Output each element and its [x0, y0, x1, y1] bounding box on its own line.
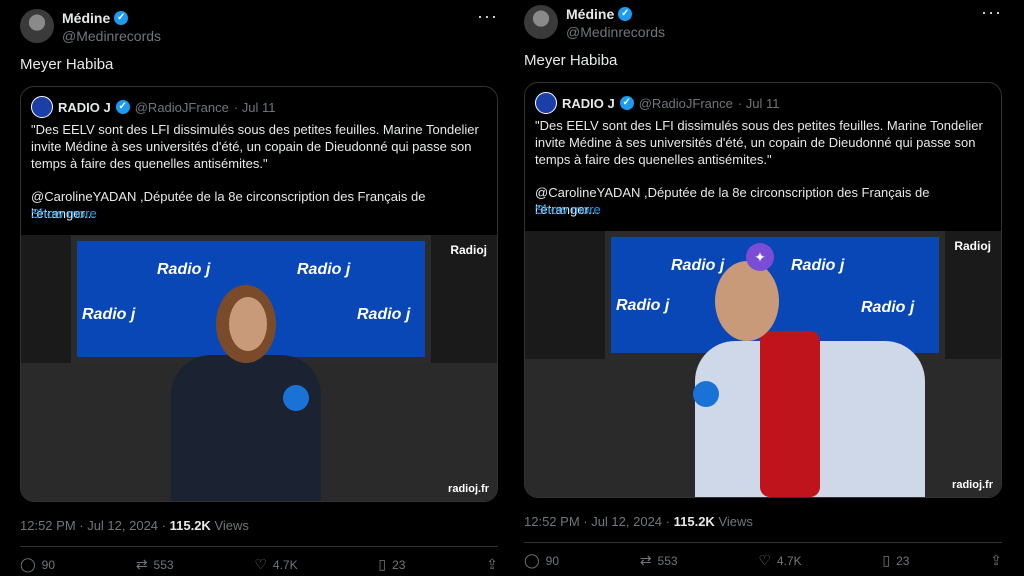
author-block: Médine ✓ @Medinrecords: [62, 9, 161, 45]
quote-author-name: RADIO J: [562, 95, 615, 111]
bookmark-icon: ▯: [378, 556, 387, 572]
repost-button[interactable]: ⇄ 553: [640, 552, 678, 569]
quote-media-video[interactable]: Radio j Radio j Radio j Radio j ✦ Radioj…: [525, 231, 1001, 497]
tweet-text: Meyer Habiba: [524, 52, 618, 69]
author-block: Médine ✓ @Medinrecords: [566, 5, 665, 41]
quote-media-video[interactable]: Radio j Radio j Radio j Radio j Radioj r…: [21, 235, 497, 501]
author-name-row[interactable]: Médine ✓: [62, 9, 161, 27]
guest-scarf: [760, 331, 820, 497]
reply-count: 90: [41, 557, 56, 572]
radio-logo: Radioj: [450, 243, 487, 257]
quote-handle: @RadioJFrance: [638, 95, 733, 111]
guest-head: [715, 261, 779, 341]
share-button[interactable]: ⇪: [990, 552, 1002, 569]
like-button[interactable]: ♡ 4.7K: [254, 556, 297, 573]
repost-icon: ⇄: [639, 552, 652, 568]
views-label: Views: [718, 514, 753, 529]
reply-icon: ◯: [524, 552, 540, 568]
action-bar: ◯ 90 ⇄ 553 ♡ 4.7K ▯ 23 ⇪: [524, 552, 1002, 569]
quote-body: "Des EELV sont des LFI dissimulés sous d…: [535, 117, 993, 234]
author-name-row[interactable]: Médine ✓: [566, 5, 665, 23]
divider: [20, 546, 498, 547]
verified-badge-icon: ✓: [114, 11, 129, 25]
timestamp[interactable]: 12:52 PM · Jul 12, 2024 ·: [20, 518, 166, 533]
like-icon: ♡: [758, 552, 771, 568]
like-icon: ♡: [254, 556, 267, 572]
media-watermark: radioj.fr: [952, 479, 993, 491]
show-more-link[interactable]: Show more: [535, 202, 601, 217]
verified-badge-icon: ✓: [619, 96, 634, 110]
quote-date: · Jul 11: [737, 95, 780, 111]
tweet-meta: 12:52 PM · Jul 12, 2024 · 115.2K Views: [20, 518, 249, 533]
bookmark-button[interactable]: ▯ 23: [378, 556, 405, 573]
repost-count: 553: [657, 553, 678, 568]
repost-button[interactable]: ⇄ 553: [136, 556, 174, 573]
reply-count: 90: [545, 553, 560, 568]
media-watermark: radioj.fr: [448, 483, 489, 495]
guest-figure: [171, 355, 321, 501]
quote-handle: @RadioJFrance: [134, 99, 229, 115]
views-count: 115.2K: [169, 518, 211, 533]
quote-header: RADIO J ✓ @RadioJFrance · Jul 11: [31, 96, 276, 118]
author-handle[interactable]: @Medinrecords: [62, 27, 161, 45]
quote-paragraph-2: @CarolineYADAN ,Députée de la 8e circons…: [535, 185, 930, 217]
microphone: [283, 385, 309, 411]
verified-badge-icon: ✓: [618, 7, 633, 21]
repost-count: 553: [153, 557, 174, 572]
bookmark-icon: ▯: [882, 552, 891, 568]
bookmark-count: 23: [896, 553, 910, 568]
tweet-text: Meyer Habiba: [20, 56, 114, 73]
reply-button[interactable]: ◯ 90: [20, 556, 55, 573]
quote-body: "Des EELV sont des LFI dissimulés sous d…: [31, 121, 489, 238]
bookmark-count: 23: [392, 557, 406, 572]
sparkle-icon: ✦: [746, 243, 774, 271]
share-button[interactable]: ⇪: [486, 556, 498, 573]
microphone: [693, 381, 719, 407]
quote-header: RADIO J ✓ @RadioJFrance · Jul 11: [535, 92, 780, 114]
like-count: 4.7K: [776, 553, 802, 568]
like-count: 4.7K: [272, 557, 298, 572]
tweet-right: Médine ✓ @Medinrecords ··· Meyer Habiba …: [524, 0, 1004, 572]
like-button[interactable]: ♡ 4.7K: [758, 552, 801, 569]
quote-avatar: [31, 96, 53, 118]
show-more-link[interactable]: Show more: [31, 206, 97, 221]
share-icon: ⇪: [486, 556, 498, 572]
tweet-meta: 12:52 PM · Jul 12, 2024 · 115.2K Views: [524, 514, 753, 529]
more-icon[interactable]: ···: [477, 6, 498, 27]
author-avatar[interactable]: [20, 9, 54, 43]
quote-paragraph-2: @CarolineYADAN ,Députée de la 8e circons…: [31, 189, 426, 221]
quote-avatar: [535, 92, 557, 114]
reply-icon: ◯: [20, 556, 36, 572]
author-avatar[interactable]: [524, 5, 558, 39]
bookmark-button[interactable]: ▯ 23: [882, 552, 909, 569]
more-icon[interactable]: ···: [981, 2, 1002, 23]
quote-paragraph-1: "Des EELV sont des LFI dissimulés sous d…: [535, 118, 983, 167]
verified-badge-icon: ✓: [115, 100, 130, 114]
action-bar: ◯ 90 ⇄ 553 ♡ 4.7K ▯ 23 ⇪: [20, 556, 498, 573]
author-name[interactable]: Médine: [62, 9, 110, 27]
repost-icon: ⇄: [135, 556, 148, 572]
guest-face: [229, 297, 267, 351]
share-icon: ⇪: [990, 552, 1002, 568]
quote-author-name: RADIO J: [58, 99, 111, 115]
tweet-left: Médine ✓ @Medinrecords ··· Meyer Habiba …: [20, 0, 500, 576]
quote-paragraph-1: "Des EELV sont des LFI dissimulés sous d…: [31, 122, 479, 171]
views-count: 115.2K: [673, 514, 715, 529]
radio-logo: Radioj: [954, 239, 991, 253]
quoted-tweet[interactable]: RADIO J ✓ @RadioJFrance · Jul 11 "Des EE…: [524, 82, 1002, 498]
timestamp[interactable]: 12:52 PM · Jul 12, 2024 ·: [524, 514, 670, 529]
quote-date: · Jul 11: [233, 99, 276, 115]
views-label: Views: [214, 518, 249, 533]
quoted-tweet[interactable]: RADIO J ✓ @RadioJFrance · Jul 11 "Des EE…: [20, 86, 498, 502]
author-handle[interactable]: @Medinrecords: [566, 23, 665, 41]
reply-button[interactable]: ◯ 90: [524, 552, 559, 569]
author-name[interactable]: Médine: [566, 5, 614, 23]
divider: [524, 542, 1002, 543]
